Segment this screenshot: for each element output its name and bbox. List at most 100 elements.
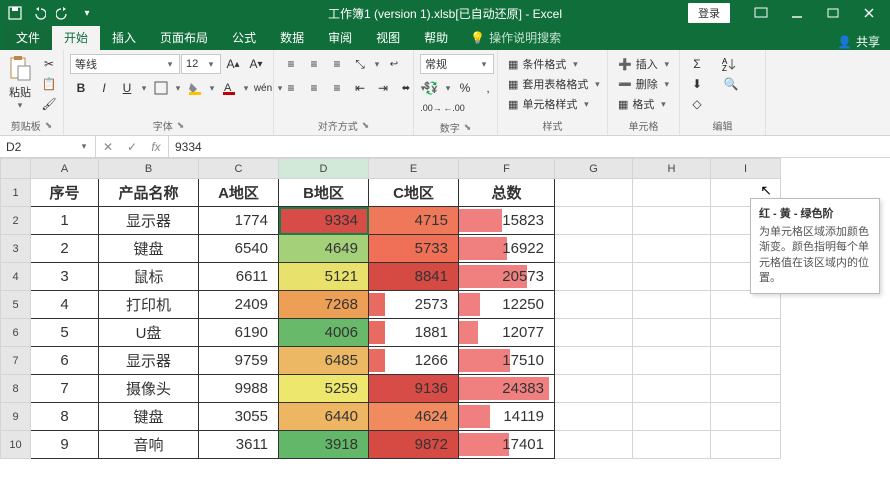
increase-decimal-icon[interactable]: .00→ — [420, 98, 442, 118]
number-format-combo[interactable]: 常规▾ — [420, 54, 494, 74]
cell-total[interactable]: 17510 — [459, 347, 555, 375]
underline-dropdown[interactable]: ▾ — [139, 83, 149, 94]
cell-total[interactable]: 24383 — [459, 375, 555, 403]
empty-cell[interactable] — [555, 403, 633, 431]
cell-region-b[interactable]: 5259 — [279, 375, 369, 403]
phonetic-icon[interactable]: wén — [252, 78, 274, 98]
empty-cell[interactable] — [633, 263, 711, 291]
clear-icon[interactable]: ◇ — [686, 94, 708, 114]
row-header-8[interactable]: 8 — [1, 375, 31, 403]
decrease-font-icon[interactable]: A▾ — [245, 54, 267, 74]
empty-cell[interactable] — [633, 403, 711, 431]
font-color-icon[interactable]: A — [218, 78, 240, 98]
header-cell[interactable]: C地区 — [369, 179, 459, 207]
format-as-table-button[interactable]: ▦套用表格格式▾ — [504, 74, 606, 94]
orientation-icon[interactable]: ⤡ — [349, 54, 371, 74]
row-header-4[interactable]: 4 — [1, 263, 31, 291]
align-center-icon[interactable]: ≡ — [303, 78, 325, 98]
share-button[interactable]: 👤 共享 — [837, 33, 880, 50]
cell-seq[interactable]: 4 — [31, 291, 99, 319]
cell-total[interactable]: 17401 — [459, 431, 555, 459]
number-launcher-icon[interactable]: ⬊ — [464, 122, 472, 133]
autosum-icon[interactable]: Σ — [686, 54, 708, 74]
empty-cell[interactable] — [555, 291, 633, 319]
empty-cell[interactable] — [555, 179, 633, 207]
empty-cell[interactable] — [711, 319, 781, 347]
insert-cells-button[interactable]: ➕插入▾ — [614, 54, 676, 74]
format-painter-icon[interactable]: 🖌 — [38, 94, 60, 114]
tab-view[interactable]: 视图 — [364, 25, 412, 50]
tab-review[interactable]: 审阅 — [316, 25, 364, 50]
wrap-text-icon[interactable]: ↩ — [383, 54, 405, 74]
cell-region-c[interactable]: 5733 — [369, 235, 459, 263]
undo-icon[interactable] — [28, 2, 50, 24]
column-header-H[interactable]: H — [633, 159, 711, 179]
cell-region-c[interactable]: 4715 — [369, 207, 459, 235]
cell-name[interactable]: U盘 — [99, 319, 199, 347]
empty-cell[interactable] — [633, 235, 711, 263]
cell-name[interactable]: 键盘 — [99, 235, 199, 263]
align-left-icon[interactable]: ≡ — [280, 78, 302, 98]
cell-region-c[interactable]: 9136 — [369, 375, 459, 403]
login-button[interactable]: 登录 — [688, 3, 730, 23]
font-size-combo[interactable]: 12▾ — [181, 54, 221, 74]
ribbon-display-icon[interactable] — [744, 0, 778, 26]
empty-cell[interactable] — [711, 291, 781, 319]
cell-region-a[interactable]: 3055 — [199, 403, 279, 431]
tab-data[interactable]: 数据 — [268, 25, 316, 50]
cell-region-a[interactable]: 1774 — [199, 207, 279, 235]
tab-help[interactable]: 帮助 — [412, 25, 460, 50]
header-cell[interactable]: 序号 — [31, 179, 99, 207]
empty-cell[interactable] — [555, 235, 633, 263]
cell-region-a[interactable]: 6540 — [199, 235, 279, 263]
cell-total[interactable]: 16922 — [459, 235, 555, 263]
cell-name[interactable]: 键盘 — [99, 403, 199, 431]
cell-region-a[interactable]: 9759 — [199, 347, 279, 375]
row-header-2[interactable]: 2 — [1, 207, 31, 235]
empty-cell[interactable] — [633, 319, 711, 347]
cell-region-b[interactable]: 5121 — [279, 263, 369, 291]
cell-total[interactable]: 15823 — [459, 207, 555, 235]
font-color-dropdown[interactable]: ▾ — [241, 83, 251, 94]
column-header-E[interactable]: E — [369, 159, 459, 179]
align-launcher-icon[interactable]: ⬊ — [362, 120, 370, 131]
tab-formulas[interactable]: 公式 — [220, 25, 268, 50]
increase-font-icon[interactable]: A▴ — [222, 54, 244, 74]
cell-seq[interactable]: 5 — [31, 319, 99, 347]
sort-filter-icon[interactable]: AZ — [718, 54, 744, 74]
row-header-10[interactable]: 10 — [1, 431, 31, 459]
row-header-6[interactable]: 6 — [1, 319, 31, 347]
column-header-A[interactable]: A — [31, 159, 99, 179]
decrease-decimal-icon[interactable]: ←.00 — [443, 98, 465, 118]
cell-region-c[interactable]: 1881 — [369, 319, 459, 347]
cell-region-b[interactable]: 6485 — [279, 347, 369, 375]
minimize-icon[interactable] — [780, 0, 814, 26]
align-top-icon[interactable]: ≡ — [280, 54, 302, 74]
cell-seq[interactable]: 7 — [31, 375, 99, 403]
worksheet-area[interactable]: ABCDEFGHI1序号产品名称A地区B地区C地区总数21显示器17749334… — [0, 158, 890, 500]
font-name-combo[interactable]: 等线▾ — [70, 54, 180, 74]
cut-icon[interactable]: ✂ — [38, 54, 60, 74]
format-cells-button[interactable]: ▦格式▾ — [614, 94, 672, 114]
clipboard-launcher-icon[interactable]: ⬊ — [45, 120, 53, 131]
select-all-corner[interactable] — [1, 159, 31, 179]
empty-cell[interactable] — [555, 431, 633, 459]
enter-formula-icon[interactable]: ✓ — [120, 136, 144, 157]
cell-region-c[interactable]: 2573 — [369, 291, 459, 319]
align-middle-icon[interactable]: ≡ — [303, 54, 325, 74]
name-box[interactable]: D2▾ — [0, 136, 96, 157]
cell-region-c[interactable]: 1266 — [369, 347, 459, 375]
column-header-D[interactable]: D — [279, 159, 369, 179]
increase-indent-icon[interactable]: ⇥ — [372, 78, 394, 98]
row-header-5[interactable]: 5 — [1, 291, 31, 319]
borders-icon[interactable] — [150, 78, 172, 98]
percent-icon[interactable]: % — [454, 78, 476, 98]
comma-icon[interactable]: , — [477, 78, 499, 98]
qat-customize-icon[interactable]: ▾ — [76, 2, 98, 24]
cell-name[interactable]: 音响 — [99, 431, 199, 459]
empty-cell[interactable] — [633, 431, 711, 459]
align-bottom-icon[interactable]: ≡ — [326, 54, 348, 74]
copy-icon[interactable]: 📋 — [38, 74, 60, 94]
cell-total[interactable]: 20573 — [459, 263, 555, 291]
find-select-icon[interactable]: 🔍 — [718, 74, 744, 94]
